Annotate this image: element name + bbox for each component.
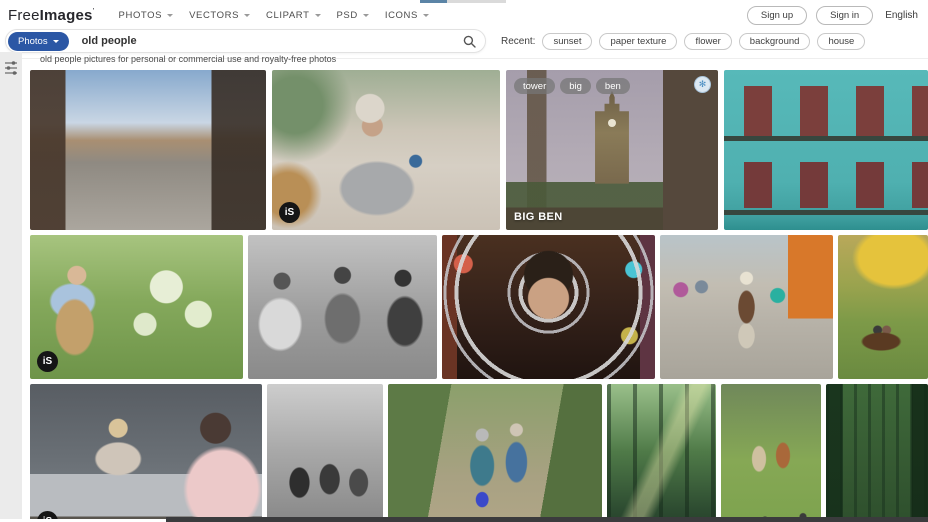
main-nav: PHOTOS VECTORS CLIPART PSD ICONS xyxy=(119,10,429,21)
photo-akha-woman-portrait[interactable] xyxy=(442,235,655,379)
logo-trademark: ’ xyxy=(92,6,95,16)
recent-tag-background[interactable]: background xyxy=(738,32,811,50)
photo-senior-woman-gardening[interactable]: iS xyxy=(30,235,243,379)
photo-havana-turquoise-building[interactable] xyxy=(724,70,928,230)
nav-item-icons[interactable]: ICONS xyxy=(385,10,429,21)
nav-item-psd[interactable]: PSD xyxy=(337,10,369,21)
recent-tag-house[interactable]: house xyxy=(817,32,866,50)
chevron-down-icon xyxy=(244,13,251,17)
grid-row-1: iS tower big ben ✻ BIG BEN xyxy=(30,70,928,230)
nav-item-label: CLIPART xyxy=(266,9,310,21)
big-ben-tower-shape xyxy=(595,90,629,184)
nav-item-label: PSD xyxy=(336,9,358,21)
top-header: FreeImages’ PHOTOS VECTORS CLIPART PSD I… xyxy=(0,0,928,28)
photo-couple-park-pigeons[interactable] xyxy=(721,384,821,522)
istock-badge[interactable]: iS xyxy=(279,202,300,223)
chevron-down-icon xyxy=(422,13,429,17)
page-load-indicator-fill xyxy=(420,0,447,3)
photo-autumn-park-bench[interactable] xyxy=(838,235,928,379)
photo-elderly-man-street-india[interactable] xyxy=(660,235,833,379)
search-input[interactable] xyxy=(79,34,463,48)
chevron-down-icon xyxy=(167,13,174,17)
nav-item-vectors[interactable]: VECTORS xyxy=(189,9,251,21)
search-category-label: Photos xyxy=(18,35,48,47)
nav-item-label: VECTORS xyxy=(189,9,240,21)
language-selector[interactable]: English xyxy=(885,10,918,21)
sign-in-button[interactable]: Sign in xyxy=(816,5,874,25)
nav-item-photos[interactable]: PHOTOS xyxy=(119,10,174,21)
recent-label: Recent: xyxy=(501,35,536,47)
logo-text-bold: Images xyxy=(39,6,93,24)
chevron-down-icon xyxy=(362,13,369,17)
chevron-down-icon xyxy=(314,13,321,17)
grid-row-2: iS xyxy=(30,235,928,379)
recent-tag-paper-texture[interactable]: paper texture xyxy=(599,32,678,50)
bottom-overlay-bar xyxy=(166,517,928,522)
photo-elderly-couple-walking[interactable] xyxy=(388,384,602,522)
chevron-down-icon xyxy=(52,39,59,43)
sign-up-button[interactable]: Sign up xyxy=(746,5,808,25)
recent-tag-sunset[interactable]: sunset xyxy=(542,32,593,50)
photo-tags: tower big ben xyxy=(514,78,630,94)
results-subtitle: old people pictures for personal or comm… xyxy=(40,54,337,64)
nav-item-label: PHOTOS xyxy=(118,9,163,21)
istock-badge[interactable]: iS xyxy=(37,351,58,372)
freeimages-search-page: FreeImages’ PHOTOS VECTORS CLIPART PSD I… xyxy=(0,0,928,522)
grid-row-3: iS xyxy=(30,384,928,522)
header-actions: Sign up Sign in English xyxy=(746,5,918,25)
photo-big-ben[interactable]: tower big ben ✻ BIG BEN xyxy=(506,70,718,230)
istock-logo-icon[interactable]: ✻ xyxy=(694,76,711,93)
photo-elderly-men-bench-bw[interactable] xyxy=(267,384,383,522)
nav-item-clipart[interactable]: CLIPART xyxy=(266,9,321,21)
photo-caption: BIG BEN xyxy=(514,211,563,223)
page-load-indicator xyxy=(420,0,506,3)
photo-forest-light[interactable] xyxy=(607,384,716,522)
filters-icon[interactable] xyxy=(4,60,18,76)
results-grid: iS tower big ben ✻ BIG BEN iS xyxy=(30,70,928,522)
freeimages-logo[interactable]: FreeImages’ xyxy=(8,7,95,24)
photo-tag-big[interactable]: big xyxy=(560,78,591,94)
photo-tag-ben[interactable]: ben xyxy=(595,78,630,94)
search-icon[interactable] xyxy=(463,35,476,48)
search-category-dropdown[interactable]: Photos xyxy=(8,31,69,51)
left-filter-rail xyxy=(0,52,22,522)
search-bar[interactable]: Photos xyxy=(5,29,486,53)
photo-tree-avenue-path[interactable] xyxy=(826,384,928,522)
recent-tag-flower[interactable]: flower xyxy=(684,32,732,50)
nav-item-label: ICONS xyxy=(384,9,418,21)
photo-tag-tower[interactable]: tower xyxy=(514,78,556,94)
recent-searches: Recent: sunset paper texture flower back… xyxy=(501,32,866,50)
photo-senior-man-with-phone[interactable]: iS xyxy=(272,70,500,230)
photo-business-meeting[interactable]: iS xyxy=(30,384,262,522)
logo-text-light: Free xyxy=(8,6,40,24)
photo-three-women-bench-bw[interactable] xyxy=(248,235,437,379)
photo-chester-street-scene[interactable] xyxy=(30,70,266,230)
